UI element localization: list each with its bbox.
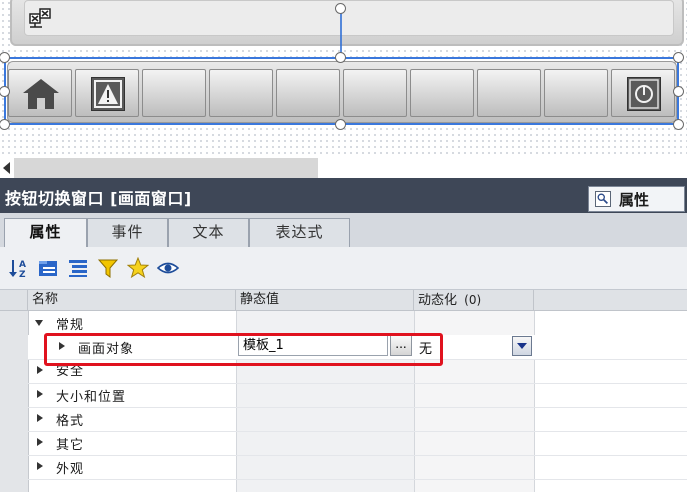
eye-icon[interactable] <box>157 257 179 279</box>
inspector-toolbar: A Z <box>0 247 687 290</box>
network-icon <box>29 8 51 28</box>
resize-handle[interactable] <box>335 3 346 14</box>
grid-header: 名称 静态值 动态化 (0) <box>0 290 687 311</box>
inspector-title: 按钮切换窗口 [画面窗口] <box>5 189 192 208</box>
tab-properties[interactable]: 属性 <box>4 218 87 248</box>
tab-events[interactable]: 事件 <box>87 218 168 247</box>
red-highlight-annotation <box>44 333 443 366</box>
svg-text:Z: Z <box>19 270 26 279</box>
row-gutter <box>0 311 29 492</box>
resize-handle[interactable] <box>335 52 346 63</box>
svg-text:A: A <box>19 260 26 270</box>
horizontal-scrollbar[interactable] <box>0 158 687 178</box>
resize-handle[interactable] <box>673 86 684 97</box>
resize-handle[interactable] <box>673 119 684 130</box>
resize-handle[interactable] <box>335 119 346 130</box>
collapsed-arrow-icon[interactable] <box>37 462 43 470</box>
properties-magnifier-icon <box>595 191 611 207</box>
scroll-left-icon[interactable] <box>3 162 10 174</box>
show-categories-icon[interactable] <box>37 257 59 279</box>
filter-icon[interactable] <box>97 257 119 279</box>
selection-frame <box>4 57 679 125</box>
properties-view-label: 属性 <box>619 191 650 209</box>
column-dynamic-count: (0) <box>464 293 482 307</box>
inspector-titlebar: 按钮切换窗口 [画面窗口] <box>0 178 687 213</box>
column-name[interactable]: 名称 <box>28 290 236 310</box>
tab-texts[interactable]: 文本 <box>168 218 249 247</box>
row-label: 其它 <box>56 438 85 453</box>
properties-view-tab[interactable]: 属性 <box>588 186 685 212</box>
screen-window-object[interactable] <box>10 0 684 46</box>
resize-handle[interactable] <box>673 52 684 63</box>
collapsed-arrow-icon[interactable] <box>37 414 43 422</box>
show-list-icon[interactable] <box>67 257 89 279</box>
column-dynamic-label: 动态化 <box>418 293 458 308</box>
column-spare <box>534 290 687 310</box>
design-canvas[interactable] <box>0 0 687 158</box>
chevron-down-icon <box>517 343 527 349</box>
row-label: 外观 <box>56 462 85 477</box>
dynamic-dropdown-button[interactable] <box>512 336 532 356</box>
resize-handle[interactable] <box>0 119 10 130</box>
group-size-position[interactable]: 大小和位置 <box>28 383 687 408</box>
expanded-arrow-icon[interactable] <box>35 320 43 326</box>
row-label: 格式 <box>56 414 85 429</box>
row-label: 大小和位置 <box>56 390 127 405</box>
row-label: 常规 <box>56 318 85 333</box>
sort-az-icon[interactable]: A Z <box>8 257 30 279</box>
group-appearance[interactable]: 外观 <box>28 455 687 480</box>
collapsed-arrow-icon[interactable] <box>37 438 43 446</box>
column-dynamic[interactable]: 动态化 (0) <box>414 290 534 310</box>
property-grid: 名称 静态值 动态化 (0) 常规 画面对象 模板_1 ... 无 安全 大小和… <box>0 290 687 492</box>
scrollbar-thumb[interactable] <box>14 158 318 178</box>
group-misc[interactable]: 其它 <box>28 431 687 456</box>
column-static-value[interactable]: 静态值 <box>236 290 414 310</box>
collapsed-arrow-icon[interactable] <box>37 366 43 374</box>
screen-window-frame <box>24 0 674 36</box>
inspector-tabs: 属性 事件 文本 表达式 <box>0 213 687 248</box>
group-format[interactable]: 格式 <box>28 407 687 432</box>
collapsed-arrow-icon[interactable] <box>37 390 43 398</box>
gutter-header <box>0 290 28 310</box>
favorites-star-icon[interactable] <box>127 257 149 279</box>
tab-expressions[interactable]: 表达式 <box>249 218 350 247</box>
